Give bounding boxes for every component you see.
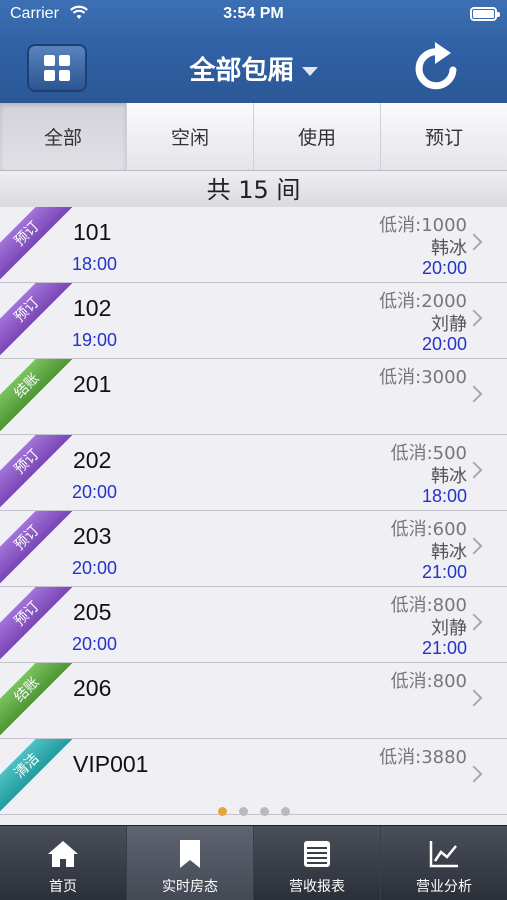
- staff-name: 韩冰: [431, 542, 467, 563]
- reservation-time: 20:00: [72, 558, 118, 578]
- room-row[interactable]: 结账 201 低消:3000: [0, 359, 507, 435]
- end-time: 21:00: [421, 562, 467, 582]
- room-number: 102: [73, 295, 112, 321]
- room-row[interactable]: 结账 206 低消:800: [0, 663, 507, 739]
- tabbar-label: 实时房态: [162, 879, 218, 895]
- reservation-time: 18:00: [72, 254, 118, 274]
- home-icon: [48, 841, 78, 867]
- chevron-right-icon: [465, 461, 483, 479]
- room-number: 205: [73, 599, 112, 625]
- minimum-charge: 低消:3000: [379, 367, 467, 388]
- status-ribbon: 结账: [0, 663, 78, 738]
- status-time: 3:54 PM: [223, 5, 284, 22]
- status-ribbon: 预订: [0, 587, 78, 662]
- status-ribbon: 结账: [0, 359, 78, 434]
- caret-down-icon: [301, 67, 318, 76]
- room-row[interactable]: 预订 101 18:00 低消:1000 韩冰 20:00: [0, 207, 507, 283]
- chevron-right-icon: [465, 537, 483, 555]
- room-number: 101: [73, 219, 112, 245]
- tabbar-revenue-report[interactable]: 营收报表: [254, 826, 381, 900]
- tab-all[interactable]: 全部: [0, 103, 127, 170]
- status-ribbon: 清洁: [0, 739, 78, 814]
- status-ribbon: 预订: [0, 207, 78, 282]
- room-row[interactable]: 预订 202 20:00 低消:500 韩冰 18:00: [0, 435, 507, 511]
- status-bar: Carrier 3:54 PM: [0, 0, 507, 30]
- report-icon: [304, 841, 330, 867]
- tabbar-home[interactable]: 首页: [0, 826, 127, 900]
- minimum-charge: 低消:3880: [379, 747, 467, 768]
- staff-name: 刘静: [431, 314, 467, 335]
- page-dot[interactable]: [259, 807, 269, 816]
- status-ribbon: 预订: [0, 283, 78, 358]
- staff-name: 韩冰: [431, 466, 467, 487]
- chevron-right-icon: [465, 385, 483, 403]
- reservation-time: 19:00: [72, 330, 118, 350]
- end-time: 21:00: [421, 638, 467, 658]
- room-row[interactable]: 预订 203 20:00 低消:600 韩冰 21:00: [0, 511, 507, 587]
- room-number: 206: [73, 675, 112, 701]
- status-filter-tabs: 全部 空闲 使用 预订: [0, 103, 507, 171]
- app-header: Carrier 3:54 PM 全部包厢: [0, 0, 507, 103]
- staff-name: 韩冰: [431, 238, 467, 259]
- chevron-right-icon: [465, 613, 483, 631]
- status-ribbon: 预订: [0, 511, 78, 586]
- page-dot[interactable]: [280, 807, 290, 816]
- minimum-charge: 低消:800: [390, 671, 467, 692]
- end-time: 20:00: [421, 258, 467, 278]
- tab-reserved[interactable]: 预订: [381, 103, 507, 170]
- room-count: 共 15 间: [0, 171, 507, 209]
- page-dot[interactable]: [238, 807, 248, 816]
- room-number: 201: [73, 371, 112, 397]
- page-indicator: [0, 807, 507, 819]
- bookmark-icon: [180, 840, 200, 868]
- status-ribbon: 预订: [0, 435, 78, 510]
- tabbar-realtime-status[interactable]: 实时房态: [127, 826, 254, 900]
- bottom-tab-bar: 首页 实时房态 营收报表 营业分析: [0, 825, 507, 900]
- room-number: 202: [73, 447, 112, 473]
- chevron-right-icon: [465, 233, 483, 251]
- chevron-right-icon: [465, 309, 483, 327]
- page-dot[interactable]: [217, 807, 227, 816]
- room-number: VIP001: [73, 751, 149, 777]
- chevron-right-icon: [465, 765, 483, 783]
- reservation-time: 20:00: [72, 634, 118, 654]
- room-list: 预订 101 18:00 低消:1000 韩冰 20:00 预订 102 19:00 低消:200…: [0, 207, 507, 825]
- end-time: 20:00: [421, 334, 467, 354]
- tabbar-label: 营收报表: [289, 879, 345, 895]
- nav-title-label: 全部包厢: [189, 56, 294, 86]
- battery-icon: [470, 7, 500, 21]
- staff-name: 刘静: [431, 618, 467, 639]
- tab-idle[interactable]: 空闲: [127, 103, 254, 170]
- tabbar-label: 营业分析: [416, 879, 472, 895]
- chevron-right-icon: [465, 689, 483, 707]
- room-number: 203: [73, 523, 112, 549]
- chart-icon: [429, 841, 458, 868]
- room-row[interactable]: 清洁 VIP001 低消:3880: [0, 739, 507, 815]
- tabbar-business-analysis[interactable]: 营业分析: [381, 826, 507, 900]
- room-row[interactable]: 预订 102 19:00 低消:2000 刘静 20:00: [0, 283, 507, 359]
- tab-in-use[interactable]: 使用: [254, 103, 381, 170]
- tabbar-label: 首页: [49, 879, 77, 895]
- refresh-icon[interactable]: [409, 42, 465, 94]
- room-row[interactable]: 预订 205 20:00 低消:800 刘静 21:00: [0, 587, 507, 663]
- end-time: 18:00: [421, 486, 467, 506]
- reservation-time: 20:00: [72, 482, 118, 502]
